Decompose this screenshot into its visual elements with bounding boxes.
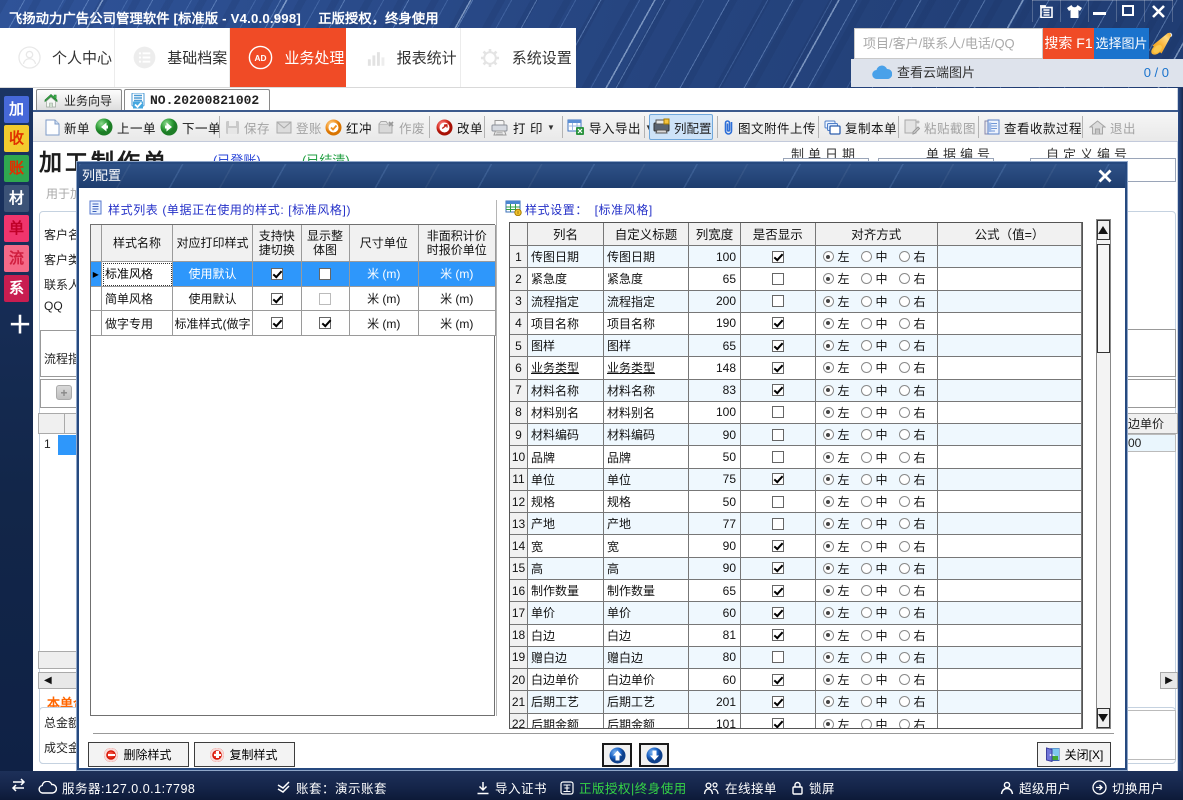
svg-text:AD: AD <box>255 53 267 63</box>
